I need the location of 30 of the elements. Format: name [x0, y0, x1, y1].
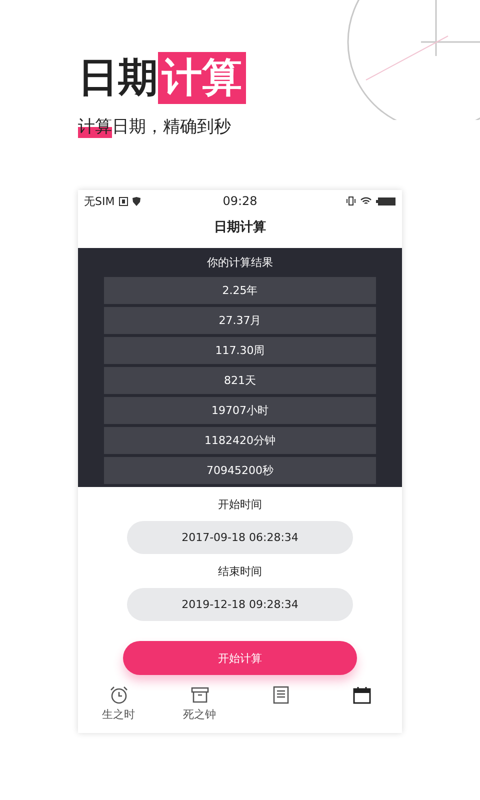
vibrate-icon: [346, 196, 356, 206]
result-row: 117.30周: [104, 337, 376, 364]
subtitle-text: 日期，精确到秒: [112, 116, 231, 138]
result-row: 70945200秒: [104, 457, 376, 484]
wifi-icon: [360, 196, 372, 206]
end-label: 结束时间: [218, 564, 262, 580]
carrier-text: 无SIM: [84, 194, 115, 208]
battery-icon: [376, 196, 396, 206]
start-label: 开始时间: [218, 497, 262, 513]
result-row: 19707小时: [104, 397, 376, 424]
alarm-clock-icon: [108, 685, 128, 705]
results-heading: 你的计算结果: [207, 255, 273, 271]
tab[interactable]: 生之时: [78, 685, 159, 722]
document-icon: [270, 685, 290, 705]
shield-icon: [132, 196, 141, 206]
result-row: 821天: [104, 367, 376, 394]
calendar-icon: [352, 685, 372, 705]
headline-highlight: 计算: [158, 52, 246, 104]
box-icon: [190, 685, 210, 705]
end-time-field[interactable]: 2019-12-18 09:28:34: [127, 588, 353, 621]
clock-time: 09:28: [222, 194, 258, 208]
start-time-field[interactable]: 2017-09-18 06:28:34: [127, 521, 353, 554]
calculate-button[interactable]: 开始计算: [123, 641, 357, 675]
result-row: 2.25年: [104, 277, 376, 304]
tab[interactable]: 死之钟: [159, 685, 240, 722]
app-title: 日期计算: [214, 219, 266, 237]
sim-icon: [118, 196, 128, 206]
result-row: 27.37月: [104, 307, 376, 334]
headline-text: 日期: [78, 54, 158, 103]
result-row: 1182420分钟: [104, 427, 376, 454]
